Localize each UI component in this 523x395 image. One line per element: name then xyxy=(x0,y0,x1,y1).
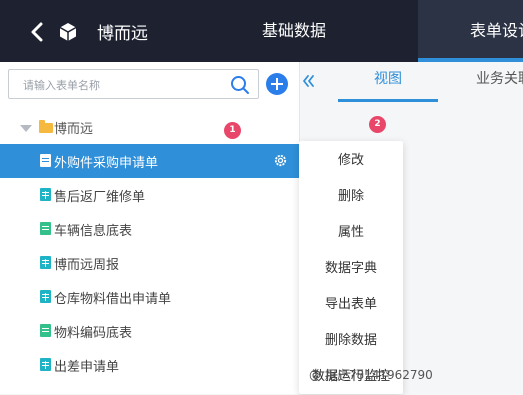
tree-item[interactable]: 车辆信息底表 xyxy=(0,212,299,246)
tree-item[interactable]: 外购件采购申请单 xyxy=(0,144,299,178)
tree-item-label: 售后返厂维修单 xyxy=(54,190,146,205)
double-chevron-left-icon[interactable] xyxy=(299,70,317,92)
tree-item-label: 仓库物料借出申请单 xyxy=(54,292,172,307)
tree-item[interactable]: 物料编码底表 xyxy=(0,314,299,348)
tab-basic-data[interactable]: 基础数据 xyxy=(262,0,326,62)
watermark: @ 用户78141962790 xyxy=(309,368,433,382)
app-name: 博而远 xyxy=(97,24,148,44)
tab-business-relation[interactable]: 业务关联 xyxy=(476,66,523,102)
tree-item-label: 出差申请单 xyxy=(54,360,120,375)
search-icon[interactable] xyxy=(230,75,250,95)
tab-view[interactable]: 视图 xyxy=(338,66,438,102)
document-icon xyxy=(40,154,51,167)
menu-item-data-dictionary[interactable]: 数据字典 xyxy=(299,251,403,287)
folder-icon xyxy=(39,120,53,133)
grid-document-icon xyxy=(40,290,51,303)
tree-item[interactable]: 博而远周报 xyxy=(0,246,299,280)
tab-label: 表单设计 xyxy=(470,21,523,40)
top-bar: 博而远 基础数据 表单设计 xyxy=(0,0,523,62)
document-icon xyxy=(40,222,51,235)
tab-label: 视图 xyxy=(374,71,402,87)
tree-root[interactable]: 博而远 xyxy=(0,112,299,144)
menu-item-edit[interactable]: 修改 xyxy=(299,143,403,179)
sidebar: 博而远 外购件采购申请单 售后返厂维修单 车辆信息底表 博而远周报 仓库物料借出… xyxy=(0,62,300,394)
menu-item-export-form[interactable]: 导出表单 xyxy=(299,287,403,323)
tree-item-label: 物料编码底表 xyxy=(54,326,133,341)
tab-form-design[interactable]: 表单设计 xyxy=(418,0,523,62)
step-badge-2: 2 xyxy=(369,116,386,133)
tab-label: 业务关联 xyxy=(476,71,523,87)
menu-item-delete-data[interactable]: 删除数据 xyxy=(299,323,403,359)
caret-down-icon[interactable] xyxy=(20,125,32,132)
grid-document-icon xyxy=(40,188,51,201)
tab-label: 基础数据 xyxy=(262,21,327,40)
add-button[interactable] xyxy=(266,73,288,95)
context-menu: 修改 删除 属性 数据字典 导出表单 删除数据 数据运行监控 xyxy=(299,141,403,394)
grid-document-icon xyxy=(40,256,51,269)
back-arrow-icon[interactable] xyxy=(26,18,50,46)
step-badge-1: 1 xyxy=(224,122,241,139)
tree-item-label: 博而远周报 xyxy=(54,258,120,273)
tree-item[interactable]: 仓库物料借出申请单 xyxy=(0,280,299,314)
tree-item-label: 车辆信息底表 xyxy=(54,224,133,239)
tree-root-label: 博而远 xyxy=(54,122,94,137)
grid-document-icon xyxy=(40,358,51,371)
document-icon xyxy=(40,324,51,337)
gear-icon[interactable] xyxy=(273,153,288,168)
tree-item[interactable]: 售后返厂维修单 xyxy=(0,178,299,212)
search-input[interactable] xyxy=(21,70,225,100)
cube-logo-icon xyxy=(59,23,77,41)
active-tab-indicator xyxy=(418,58,523,62)
tree-item[interactable]: 出差申请单 xyxy=(0,348,299,382)
search-box xyxy=(8,69,259,100)
menu-item-delete[interactable]: 删除 xyxy=(299,179,403,215)
tree-item-label: 外购件采购申请单 xyxy=(54,156,159,171)
menu-item-properties[interactable]: 属性 xyxy=(299,215,403,251)
